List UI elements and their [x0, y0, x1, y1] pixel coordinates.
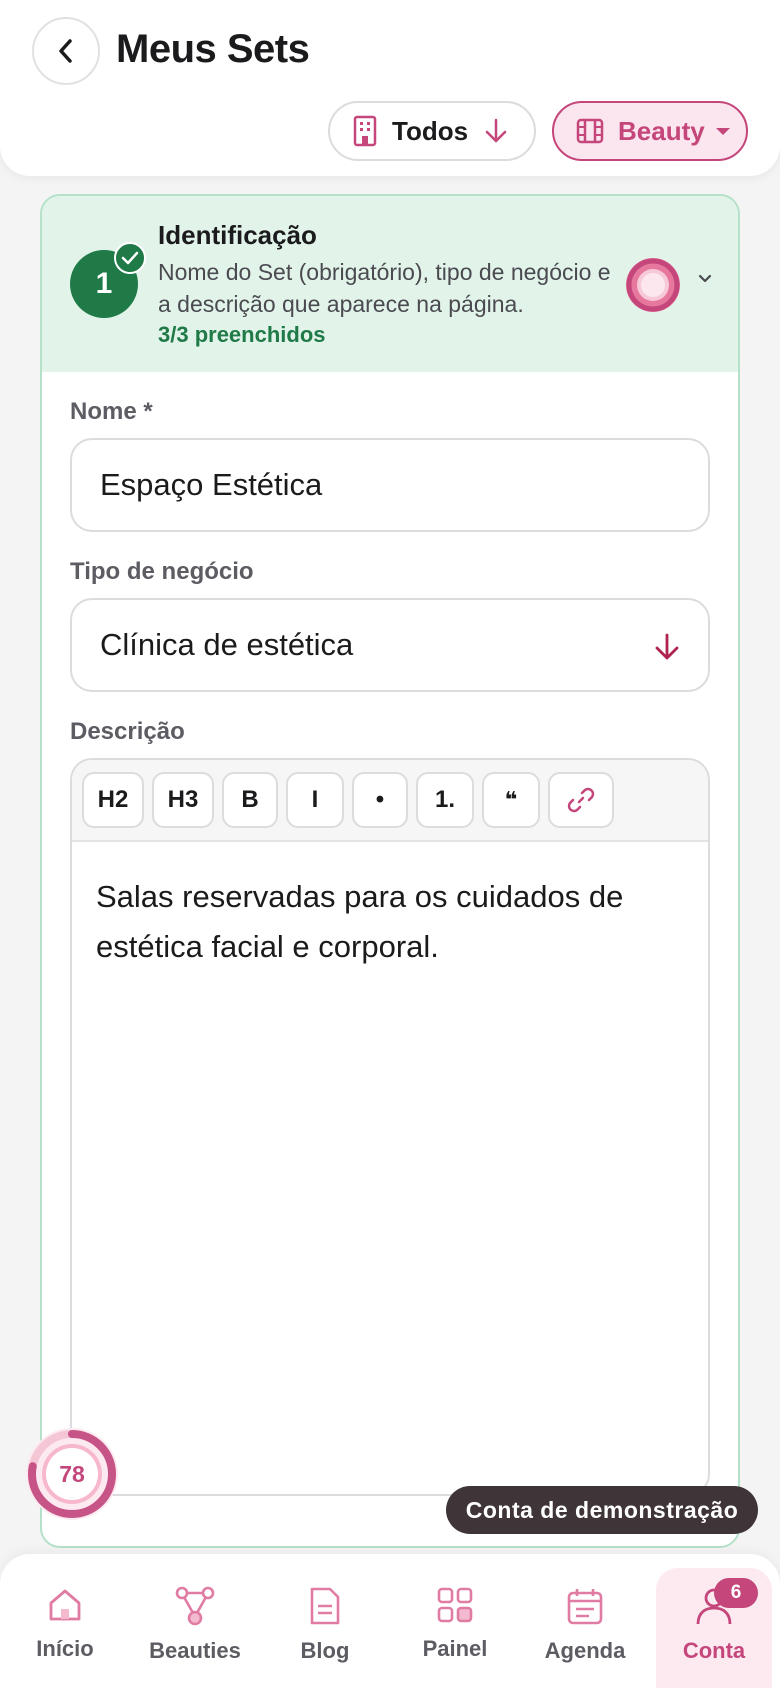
brand-filter-label: Beauty: [618, 115, 705, 146]
nav-label: Blog: [300, 1638, 350, 1663]
description-editor[interactable]: H2 H3 B I • 1. ❝ Salas reservadas para o…: [70, 758, 710, 1496]
arrow-down-icon: [485, 118, 507, 143]
bottom-navigation: Início Beauties Blog Painel Agenda Conta…: [0, 1554, 780, 1688]
nav-item-agenda[interactable]: Agenda: [520, 1554, 650, 1688]
ordered-list-button[interactable]: 1.: [416, 772, 474, 828]
network-icon: [175, 1586, 215, 1626]
building-icon: [353, 115, 377, 147]
link-icon: [567, 787, 595, 813]
business-type-select[interactable]: Clínica de estética: [70, 598, 710, 692]
notification-badge: 6: [714, 1578, 758, 1608]
link-button[interactable]: [548, 772, 614, 828]
home-icon: [49, 1589, 81, 1621]
app-header: Meus Sets Todos Beauty: [0, 0, 780, 176]
caret-down-icon: [715, 128, 730, 135]
business-type-value: Clínica de estética: [100, 627, 354, 662]
page-title: Meus Sets: [116, 27, 310, 71]
filter-all-label: Todos: [392, 115, 469, 146]
arrow-down-icon: [655, 633, 679, 660]
nav-label: Painel: [422, 1636, 488, 1661]
back-button[interactable]: [32, 17, 100, 85]
completion-ring-icon: [626, 258, 680, 312]
bullet-list-button[interactable]: •: [352, 772, 408, 828]
chevron-down-icon: [698, 274, 712, 283]
nav-item-painel[interactable]: Painel: [390, 1554, 520, 1688]
section-description: Nome do Set (obrigatório), tipo de negóc…: [158, 259, 611, 317]
chevron-left-icon: [59, 39, 72, 63]
nav-label: Agenda: [544, 1638, 626, 1663]
document-icon: [310, 1587, 340, 1625]
nav-item-conta[interactable]: Conta 6: [656, 1568, 772, 1688]
nav-item-inicio[interactable]: Início: [0, 1554, 130, 1688]
editor-toolbar: H2 H3 B I • 1. ❝: [72, 760, 708, 842]
description-text[interactable]: Salas reservadas para os cuidados de est…: [96, 872, 696, 972]
check-icon: [114, 242, 146, 274]
brand-filter-dropdown[interactable]: Beauty: [552, 101, 748, 161]
italic-button[interactable]: I: [286, 772, 344, 828]
business-type-label: Tipo de negócio: [70, 558, 254, 585]
heading2-button[interactable]: H2: [82, 772, 144, 828]
bold-button[interactable]: B: [222, 772, 278, 828]
heading3-button[interactable]: H3: [152, 772, 214, 828]
calendar-icon: [567, 1589, 603, 1625]
film-icon: [576, 118, 604, 144]
quote-button[interactable]: ❝: [482, 772, 540, 828]
identification-section-card: 1 Identificação Nome do Set (obrigatório…: [40, 194, 740, 1548]
progress-value: 78: [59, 1460, 85, 1487]
section-title: Identificação: [158, 220, 317, 250]
nav-label: Conta: [682, 1638, 746, 1663]
nav-label: Beauties: [149, 1638, 241, 1663]
nav-label: Início: [36, 1636, 94, 1661]
section-header[interactable]: 1 Identificação Nome do Set (obrigatório…: [42, 196, 738, 372]
filter-all-dropdown[interactable]: Todos: [328, 101, 536, 161]
grid-icon: [437, 1587, 473, 1623]
section-status: 3/3 preenchidos: [158, 322, 326, 347]
description-label: Descrição: [70, 718, 185, 745]
nav-item-beauties[interactable]: Beauties: [130, 1554, 260, 1688]
name-field-label: Nome *: [70, 398, 153, 425]
demo-account-badge: Conta de demonstração: [446, 1486, 758, 1534]
name-input[interactable]: Espaço Estética: [70, 438, 710, 532]
nav-item-blog[interactable]: Blog: [260, 1554, 390, 1688]
